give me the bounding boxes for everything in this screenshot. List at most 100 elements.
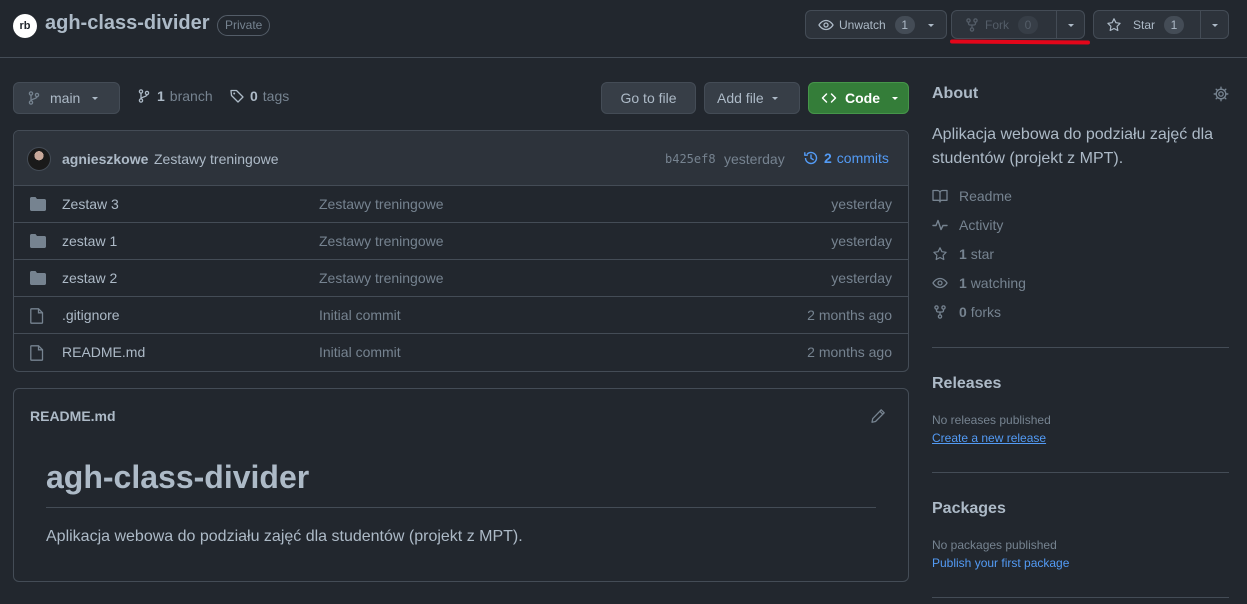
file-commit-message[interactable]: Zestawy treningowe — [319, 233, 444, 249]
fork-label: Fork — [985, 17, 1009, 32]
commit-time: yesterday — [724, 151, 785, 167]
publish-package-link[interactable]: Publish your first package — [932, 556, 1069, 570]
commit-author-avatar[interactable] — [27, 147, 51, 171]
commit-author-link[interactable]: agnieszkowe — [62, 151, 148, 167]
file-name-link[interactable]: Zestaw 3 — [62, 196, 119, 212]
latest-commit-bar: agnieszkowe Zestawy treningowe b425ef8 y… — [14, 131, 908, 186]
star-dropdown-button[interactable] — [1200, 11, 1228, 38]
packages-title[interactable]: Packages — [932, 500, 1006, 518]
repo-name-link[interactable]: agh-class-divider — [45, 12, 210, 35]
stars-count: 1 — [959, 246, 967, 262]
chevron-down-icon — [770, 93, 780, 103]
star-label: Star — [1133, 17, 1156, 32]
branch-select-button[interactable]: main — [13, 82, 120, 114]
watchers-link[interactable]: 1 watching — [932, 275, 1026, 291]
add-file-label: Add file — [717, 90, 764, 106]
git-branch-icon — [136, 88, 152, 104]
file-icon — [30, 345, 44, 361]
fork-icon — [964, 17, 980, 33]
readme-divider — [46, 507, 876, 508]
repo-description: Aplikacja webowa do podziału zajęć dla s… — [932, 126, 1214, 167]
gear-icon[interactable] — [1213, 86, 1229, 102]
commit-count-label: commits — [836, 150, 889, 166]
file-name-link[interactable]: .gitignore — [62, 307, 120, 323]
sidebar-divider — [932, 347, 1229, 348]
star-icon — [932, 246, 948, 262]
no-releases-text: No releases published — [932, 413, 1051, 427]
sidebar-divider — [932, 472, 1229, 473]
file-commit-message[interactable]: Zestawy treningowe — [319, 196, 444, 212]
owner-avatar[interactable]: rb — [13, 14, 37, 38]
chevron-down-icon — [90, 93, 100, 103]
chevron-down-icon — [1066, 20, 1076, 30]
chevron-down-icon — [890, 93, 900, 103]
folder-icon — [30, 197, 46, 211]
folder-icon — [30, 271, 46, 285]
file-row[interactable]: .gitignore Initial commit 2 months ago — [14, 297, 908, 334]
file-icon — [30, 308, 44, 324]
pencil-icon[interactable] — [870, 408, 886, 424]
code-icon — [821, 90, 837, 106]
add-file-button[interactable]: Add file — [704, 82, 800, 114]
file-name-link[interactable]: zestaw 1 — [62, 233, 117, 249]
file-commit-time: 2 months ago — [807, 344, 892, 360]
chevron-down-icon — [926, 20, 936, 30]
file-row[interactable]: zestaw 2 Zestawy treningowe yesterday — [14, 260, 908, 297]
unwatch-label: Unwatch — [839, 17, 886, 32]
book-icon — [932, 188, 948, 204]
unwatch-button[interactable]: Unwatch 1 — [806, 11, 946, 38]
readme-link[interactable]: Readme — [932, 188, 1012, 204]
file-commit-time: yesterday — [831, 270, 892, 286]
branch-count: 1 — [157, 88, 165, 104]
readme-filename-link[interactable]: README.md — [30, 408, 116, 424]
readme-heading: agh-class-divider — [46, 459, 310, 495]
releases-title[interactable]: Releases — [932, 375, 1001, 393]
go-to-file-label: Go to file — [620, 90, 677, 106]
tags-link[interactable]: 0 tags — [229, 88, 289, 104]
file-commit-message[interactable]: Initial commit — [319, 307, 401, 323]
about-title: About — [932, 85, 979, 102]
readme-text: Aplikacja webowa do podziału zajęć dla s… — [46, 528, 523, 545]
activity-link[interactable]: Activity — [932, 217, 1003, 233]
repo-header: rb agh-class-divider Private Unwatch 1 F… — [0, 0, 1247, 58]
unwatch-button-group: Unwatch 1 — [805, 10, 947, 39]
file-row[interactable]: zestaw 1 Zestawy treningowe yesterday — [14, 223, 908, 260]
activity-link-label: Activity — [959, 217, 1004, 233]
commits-history-link[interactable]: 2 commits — [803, 150, 889, 166]
forks-count: 0 — [959, 304, 967, 320]
forks-link[interactable]: 0 forks — [932, 304, 1001, 320]
file-row[interactable]: README.md Initial commit 2 months ago — [14, 334, 908, 371]
code-label: Code — [845, 90, 880, 106]
star-counter: 1 — [1164, 15, 1185, 34]
file-name-link[interactable]: zestaw 2 — [62, 270, 117, 286]
watching-count: 1 — [959, 275, 967, 291]
tag-label: tags — [262, 88, 290, 104]
file-commit-message[interactable]: Zestawy treningowe — [319, 270, 444, 286]
branches-link[interactable]: 1 branch — [136, 88, 213, 104]
folder-icon — [30, 234, 46, 248]
fork-button[interactable]: Fork 0 — [952, 11, 1056, 38]
file-commit-message[interactable]: Initial commit — [319, 344, 401, 360]
commit-sha-link[interactable]: b425ef8 — [665, 152, 716, 166]
tag-icon — [229, 88, 245, 104]
star-button-group: Star 1 — [1093, 10, 1229, 39]
file-name-link[interactable]: README.md — [62, 344, 145, 360]
fork-button-group: Fork 0 — [951, 10, 1085, 39]
no-packages-text: No packages published — [932, 538, 1057, 552]
history-icon — [803, 150, 819, 166]
commit-message-link[interactable]: Zestawy treningowe — [154, 151, 279, 167]
stars-link[interactable]: 1 star — [932, 246, 994, 262]
fork-dropdown-button[interactable] — [1056, 11, 1084, 38]
branch-label: branch — [169, 88, 213, 104]
create-release-link[interactable]: Create a new release — [932, 431, 1046, 445]
readme-link-label: Readme — [959, 188, 1012, 204]
commit-count: 2 — [824, 150, 832, 166]
file-commit-time: yesterday — [831, 233, 892, 249]
sidebar-divider — [932, 597, 1229, 598]
code-button[interactable]: Code — [808, 82, 909, 114]
file-commit-time: 2 months ago — [807, 307, 892, 323]
star-button[interactable]: Star 1 — [1094, 11, 1200, 38]
go-to-file-button[interactable]: Go to file — [601, 82, 696, 114]
pulse-icon — [932, 217, 948, 233]
file-row[interactable]: Zestaw 3 Zestawy treningowe yesterday — [14, 186, 908, 223]
